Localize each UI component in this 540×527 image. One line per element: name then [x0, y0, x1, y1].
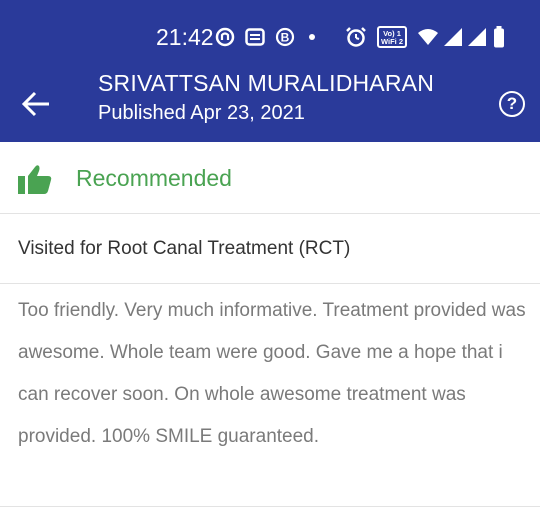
app-header: 21:42 B Vo) 1 WiFi 2 SRIVATTSAN MURALIDH…	[0, 0, 540, 142]
back-button[interactable]	[18, 86, 54, 122]
status-icons: B Vo) 1 WiFi 2	[215, 22, 515, 52]
reviewer-name: SRIVATTSAN MURALIDHARAN	[98, 70, 435, 96]
status-time: 21:42	[156, 24, 214, 50]
divider	[0, 506, 540, 507]
app-circle-icon	[215, 27, 235, 47]
title-row: SRIVATTSAN MURALIDHARAN Published Apr 23…	[0, 70, 540, 142]
visit-row: Visited for Root Canal Treatment (RCT)	[0, 214, 540, 284]
svg-text:WiFi 2: WiFi 2	[381, 37, 403, 46]
question-mark-icon: ?	[506, 94, 518, 113]
status-bar: 21:42 B Vo) 1 WiFi 2	[0, 0, 540, 70]
message-icon	[245, 28, 265, 46]
battery-icon	[493, 26, 505, 48]
dot-icon	[309, 34, 315, 40]
svg-text:B: B	[281, 31, 290, 45]
alarm-icon	[345, 26, 367, 48]
signal-icon	[467, 27, 487, 47]
thumbs-up-icon	[18, 165, 52, 194]
signal-icon	[443, 27, 463, 47]
visit-reason: Visited for Root Canal Treatment (RCT)	[18, 238, 351, 259]
wifi-icon	[417, 28, 439, 46]
recommended-label: Recommended	[76, 165, 232, 191]
help-button[interactable]: ?	[499, 91, 525, 117]
review-text: Too friendly. Very much informative. Tre…	[18, 300, 526, 447]
arrow-left-icon	[21, 91, 49, 117]
b-circle-icon: B	[275, 27, 295, 47]
vowifi-icon: Vo) 1 WiFi 2	[377, 26, 407, 48]
published-date: Published Apr 23, 2021	[98, 102, 305, 124]
recommendation-row: Recommended	[0, 142, 540, 214]
